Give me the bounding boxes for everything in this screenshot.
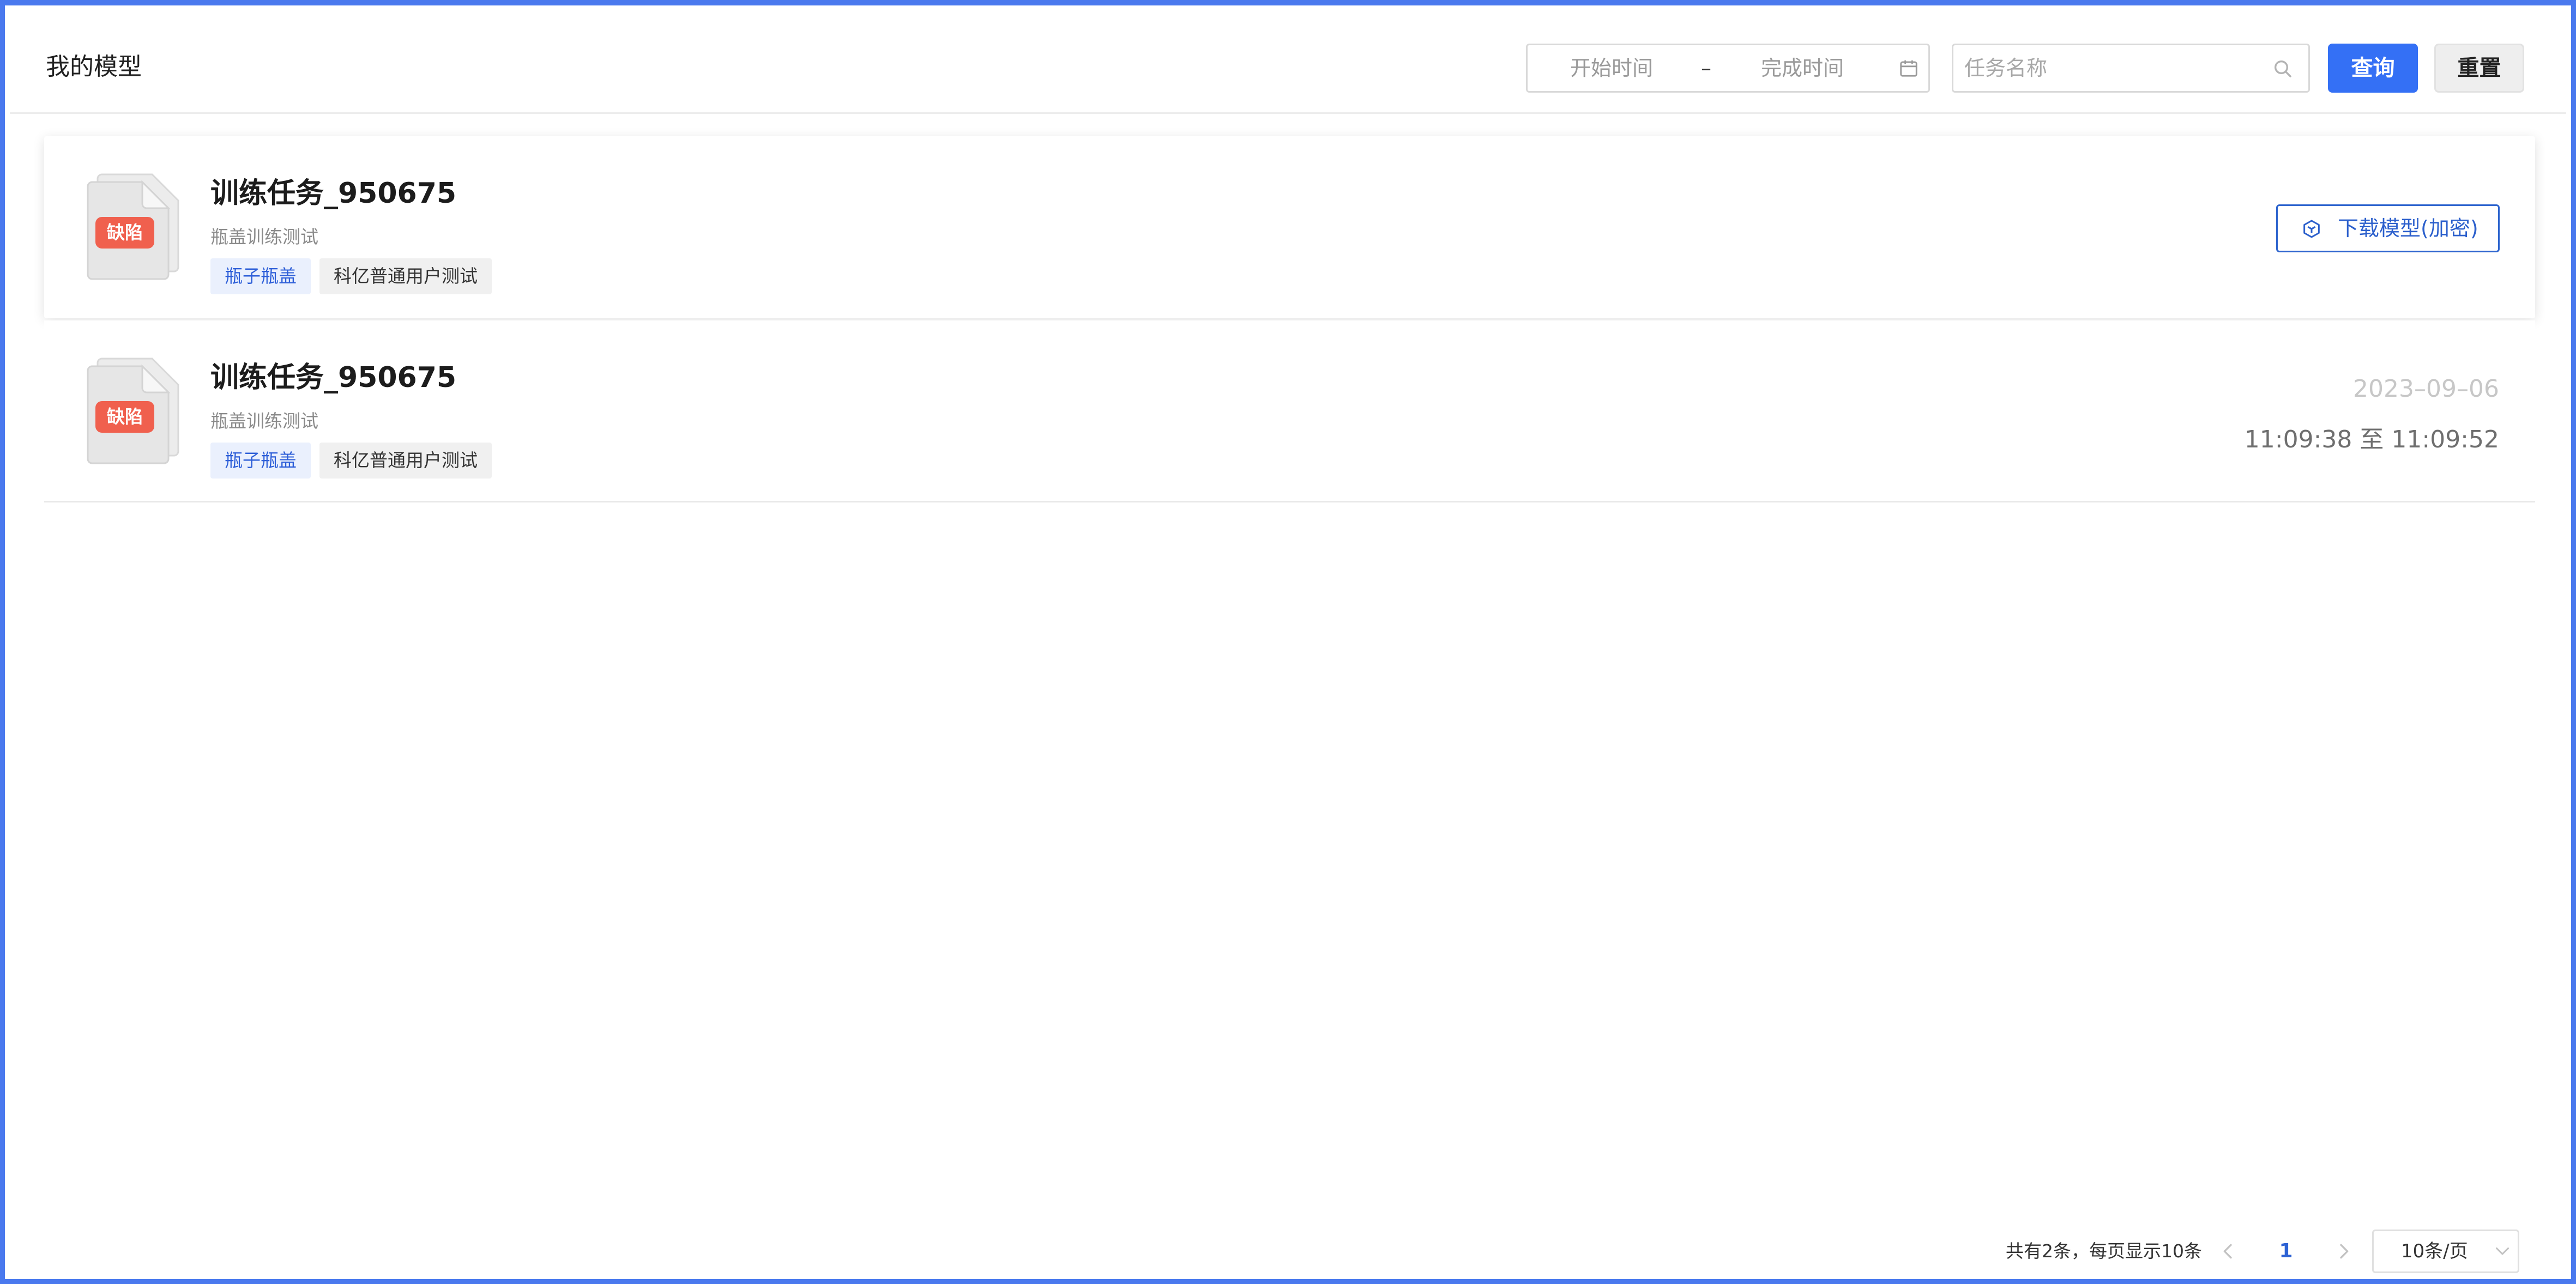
page-size-select[interactable]: 10条/页	[2372, 1230, 2519, 1273]
page-title: 我的模型	[46, 53, 142, 81]
page-number-current[interactable]: 1	[2278, 1230, 2294, 1273]
reset-button[interactable]: 重置	[2434, 44, 2524, 93]
calendar-icon[interactable]	[1898, 58, 1919, 78]
task-description: 瓶盖训练测试	[210, 226, 318, 247]
chevron-left-icon[interactable]	[2217, 1240, 2239, 1262]
task-name-search[interactable]	[1952, 44, 2310, 93]
tag-list: 瓶子瓶盖 科亿普通用户测试	[210, 443, 492, 479]
task-description: 瓶盖训练测试	[210, 410, 318, 432]
cube-icon	[2303, 220, 2320, 238]
tag-user: 科亿普通用户测试	[319, 443, 492, 479]
query-button[interactable]: 查询	[2328, 44, 2418, 93]
app-window: 我的模型 开始时间 – 完成时间 查询 重置	[0, 0, 2576, 1284]
tag-user: 科亿普通用户测试	[319, 258, 492, 294]
task-time-range: 11:09:38 至 11:09:52	[2244, 426, 2499, 453]
download-model-label: 下载模型(加密)	[2338, 216, 2478, 240]
model-card[interactable]: 缺陷 训练任务_950675 瓶盖训练测试 瓶子瓶盖 科亿普通用户测试 下载模型…	[44, 136, 2535, 318]
model-thumbnail: 缺陷	[70, 162, 196, 288]
date-range-picker[interactable]: 开始时间 – 完成时间	[1526, 44, 1930, 93]
defect-badge: 缺陷	[95, 217, 154, 249]
task-name-input[interactable]	[1964, 50, 2259, 87]
model-card[interactable]: 缺陷 训练任务_950675 瓶盖训练测试 瓶子瓶盖 科亿普通用户测试 2023…	[44, 320, 2535, 502]
model-thumbnail: 缺陷	[70, 347, 196, 472]
date-end-input[interactable]: 完成时间	[1761, 45, 1844, 91]
task-date: 2023–09–06	[2353, 375, 2499, 403]
date-start-input[interactable]: 开始时间	[1570, 45, 1653, 91]
chevron-right-icon[interactable]	[2333, 1240, 2355, 1262]
tag-category: 瓶子瓶盖	[210, 258, 311, 294]
tag-list: 瓶子瓶盖 科亿普通用户测试	[210, 258, 492, 294]
defect-badge: 缺陷	[95, 401, 154, 433]
page-header: 我的模型 开始时间 – 完成时间 查询 重置	[10, 11, 2566, 114]
task-title: 训练任务_950675	[210, 361, 457, 394]
task-title: 训练任务_950675	[210, 177, 457, 210]
page-size-value: 10条/页	[2401, 1240, 2468, 1262]
download-model-button[interactable]: 下载模型(加密)	[2276, 204, 2500, 252]
pagination-total: 共有2条，每页显示10条	[2006, 1240, 2202, 1262]
search-icon[interactable]	[2272, 58, 2294, 80]
chevron-down-icon	[2496, 1247, 2509, 1255]
date-range-separator: –	[1701, 56, 1711, 80]
tag-category: 瓶子瓶盖	[210, 443, 311, 479]
pagination: 共有2条，每页显示10条 1 10条/页	[5, 1230, 2576, 1273]
